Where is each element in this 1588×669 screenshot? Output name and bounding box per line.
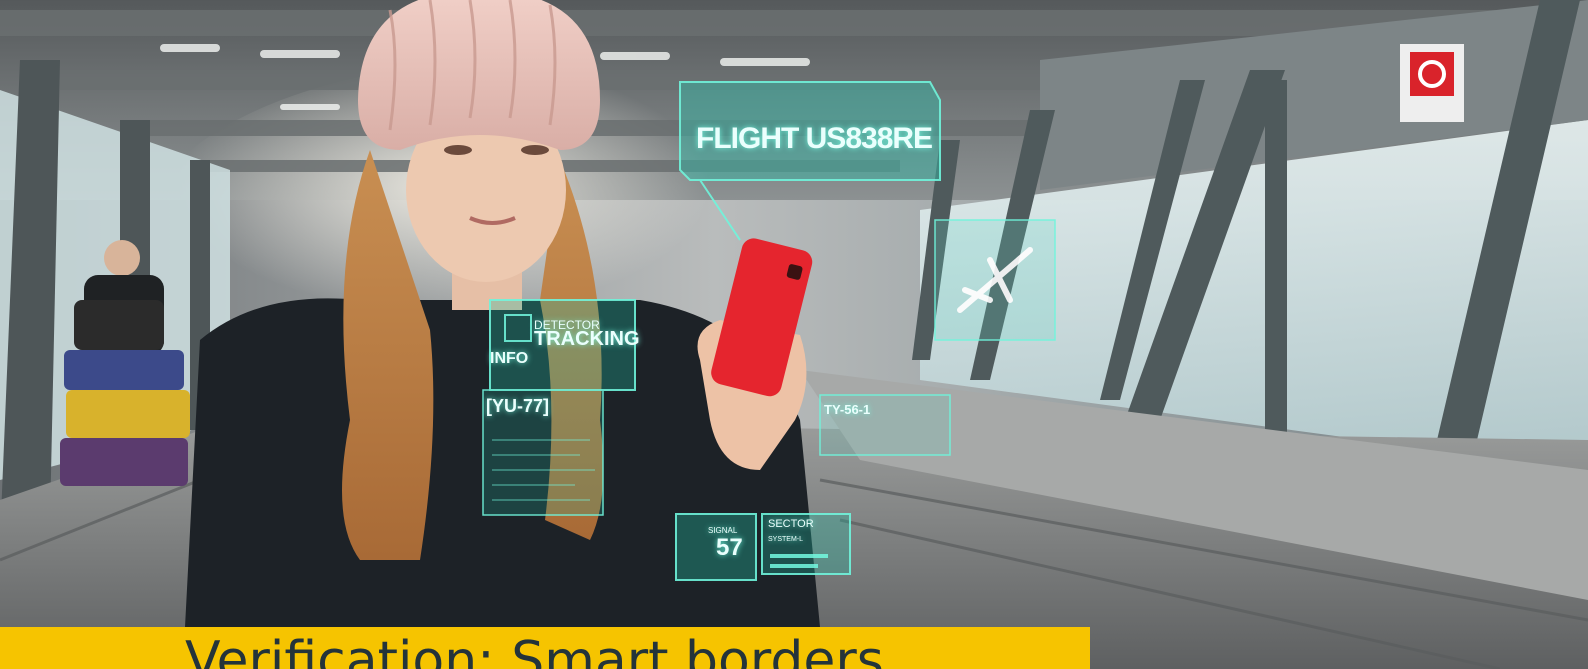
banner-title: Verification: Smart borders bbox=[185, 631, 884, 669]
walkway-photo bbox=[0, 0, 1588, 669]
flight-label: FLIGHT US838RE bbox=[696, 122, 933, 155]
code-label: [YU-77] bbox=[486, 396, 550, 416]
title-banner: Verification: Smart borders bbox=[0, 627, 1090, 669]
ty-label: TY-56-1 bbox=[824, 402, 871, 417]
system-label: SYSTEM-L bbox=[768, 536, 804, 543]
signal-value: 57 bbox=[716, 534, 743, 561]
tracking-label: TRACKING bbox=[534, 328, 640, 350]
info-label: INFO bbox=[490, 350, 529, 367]
sector-label: SECTOR bbox=[768, 518, 814, 530]
